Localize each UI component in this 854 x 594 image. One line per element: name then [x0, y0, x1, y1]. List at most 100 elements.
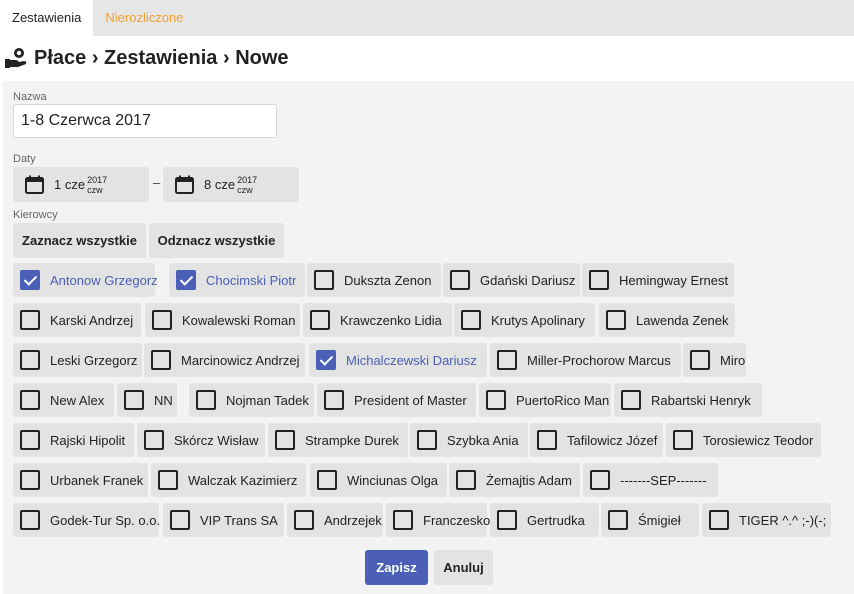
- driver-chip[interactable]: Gertrudka: [490, 503, 599, 537]
- checkbox-unchecked[interactable]: [151, 350, 171, 370]
- driver-chip[interactable]: Rajski Hipolit: [13, 423, 134, 457]
- driver-chip[interactable]: Skórcz Wisław: [137, 423, 265, 457]
- driver-chip[interactable]: Szybka Ania: [410, 423, 528, 457]
- checkbox-unchecked[interactable]: [20, 430, 40, 450]
- checkbox-unchecked[interactable]: [20, 350, 40, 370]
- driver-chip[interactable]: Śmigieł: [601, 503, 699, 537]
- checkbox-unchecked[interactable]: [450, 270, 470, 290]
- checkbox-unchecked[interactable]: [124, 390, 144, 410]
- driver-chip[interactable]: New Alex: [13, 383, 114, 417]
- driver-chip[interactable]: Walczak Kazimierz: [151, 463, 306, 497]
- checkbox-unchecked[interactable]: [310, 310, 330, 330]
- checkbox-unchecked[interactable]: [456, 470, 476, 490]
- driver-chip[interactable]: Żemajtis Adam: [449, 463, 580, 497]
- checkbox-unchecked[interactable]: [393, 510, 413, 530]
- driver-chip[interactable]: Torosiewicz Teodor: [666, 423, 821, 457]
- driver-chip[interactable]: Marcinowicz Andrzej: [144, 343, 305, 377]
- driver-chip[interactable]: Andrzejek: [287, 503, 383, 537]
- driver-chip[interactable]: Urbanek Franek: [13, 463, 148, 497]
- driver-label: Rabartski Henryk: [651, 392, 751, 408]
- driver-chip[interactable]: VIP Trans SA: [163, 503, 284, 537]
- tab-nierozliczone[interactable]: Nierozliczone: [93, 0, 195, 36]
- name-input[interactable]: [13, 104, 277, 138]
- checkbox-unchecked[interactable]: [196, 390, 216, 410]
- date-to-weekday: czw: [237, 184, 253, 195]
- checkbox-unchecked[interactable]: [621, 390, 641, 410]
- checkbox-unchecked[interactable]: [690, 350, 710, 370]
- driver-label: NN: [154, 392, 173, 408]
- driver-chip[interactable]: Hemingway Ernest: [582, 263, 734, 297]
- driver-chip[interactable]: Michalczewski Dariusz: [309, 343, 487, 377]
- driver-label: Strampke Durek: [305, 432, 399, 448]
- driver-chip[interactable]: Rabartski Henryk: [614, 383, 762, 417]
- checkbox-unchecked[interactable]: [144, 430, 164, 450]
- checkbox-unchecked[interactable]: [606, 310, 626, 330]
- driver-chip[interactable]: Tafilowicz Józef: [530, 423, 663, 457]
- date-to-year: 2017: [237, 174, 258, 185]
- driver-chip[interactable]: PuertoRico Man: [479, 383, 611, 417]
- checkbox-unchecked[interactable]: [497, 510, 517, 530]
- checkbox-unchecked[interactable]: [590, 470, 610, 490]
- driver-label: President of Master: [354, 392, 467, 408]
- checkbox-unchecked[interactable]: [152, 310, 172, 330]
- driver-chip[interactable]: Gdański Dariusz: [443, 263, 580, 297]
- checkbox-unchecked[interactable]: [317, 470, 337, 490]
- driver-chip[interactable]: Miro: [683, 343, 746, 377]
- checkbox-unchecked[interactable]: [170, 510, 190, 530]
- checkbox-unchecked[interactable]: [673, 430, 693, 450]
- driver-chip[interactable]: Leski Grzegorz: [13, 343, 142, 377]
- checkbox-checked[interactable]: [20, 270, 40, 290]
- checkbox-unchecked[interactable]: [461, 310, 481, 330]
- checkbox-unchecked[interactable]: [20, 470, 40, 490]
- checkbox-unchecked[interactable]: [497, 350, 517, 370]
- date-from-picker[interactable]: 1 cze 2017 czw: [13, 167, 149, 202]
- checkbox-unchecked[interactable]: [158, 470, 178, 490]
- driver-chip[interactable]: -------SEP-------: [583, 463, 718, 497]
- checkbox-unchecked[interactable]: [324, 390, 344, 410]
- save-button[interactable]: Zapisz: [365, 550, 428, 585]
- tab-zestawienia[interactable]: Zestawienia: [0, 0, 94, 36]
- checkbox-unchecked[interactable]: [417, 430, 437, 450]
- driver-chip[interactable]: Krawczenko Lidia: [303, 303, 452, 337]
- checkbox-unchecked[interactable]: [20, 390, 40, 410]
- driver-label: Lawenda Zenek: [636, 312, 729, 328]
- driver-chip[interactable]: Miller-Prochorow Marcus: [490, 343, 681, 377]
- checkbox-unchecked[interactable]: [486, 390, 506, 410]
- checkbox-unchecked[interactable]: [20, 510, 40, 530]
- driver-chip[interactable]: Nojman Tadek: [189, 383, 314, 417]
- driver-label: Winciunas Olga: [347, 472, 439, 488]
- driver-chip[interactable]: Karski Andrzej: [13, 303, 141, 337]
- driver-label: Krawczenko Lidia: [340, 312, 442, 328]
- checkbox-unchecked[interactable]: [589, 270, 609, 290]
- checkbox-checked[interactable]: [176, 270, 196, 290]
- checkbox-unchecked[interactable]: [537, 430, 557, 450]
- driver-chip[interactable]: Lawenda Zenek: [599, 303, 735, 337]
- driver-label: VIP Trans SA: [200, 512, 278, 528]
- driver-chip[interactable]: Krutys Apolinary: [454, 303, 595, 337]
- checkbox-unchecked[interactable]: [608, 510, 628, 530]
- driver-label: Godek-Tur Sp. o.o.: [50, 512, 161, 528]
- driver-chip[interactable]: Godek-Tur Sp. o.o.: [13, 503, 161, 537]
- driver-chip[interactable]: Strampke Durek: [268, 423, 408, 457]
- date-from-meta: 2017 czw: [87, 175, 107, 195]
- driver-chip[interactable]: President of Master: [317, 383, 476, 417]
- driver-chip[interactable]: Franczesko: [386, 503, 490, 537]
- date-to-picker[interactable]: 8 cze 2017 czw: [163, 167, 299, 202]
- cancel-button[interactable]: Anuluj: [434, 550, 493, 585]
- driver-chip[interactable]: Winciunas Olga: [310, 463, 447, 497]
- driver-chip[interactable]: Antonow Grzegorz: [13, 263, 158, 297]
- checkbox-unchecked[interactable]: [294, 510, 314, 530]
- driver-chip[interactable]: Dukszta Zenon: [307, 263, 441, 297]
- driver-chip[interactable]: Chocimski Piotr: [169, 263, 305, 297]
- checkbox-unchecked[interactable]: [275, 430, 295, 450]
- driver-label: Marcinowicz Andrzej: [181, 352, 300, 368]
- checkbox-unchecked[interactable]: [709, 510, 729, 530]
- driver-chip[interactable]: NN: [117, 383, 177, 417]
- checkbox-unchecked[interactable]: [20, 310, 40, 330]
- deselect-all-button[interactable]: Odznacz wszystkie: [149, 223, 284, 258]
- select-all-button[interactable]: Zaznacz wszystkie: [13, 223, 146, 258]
- driver-chip[interactable]: Kowalewski Roman: [145, 303, 300, 337]
- checkbox-checked[interactable]: [316, 350, 336, 370]
- driver-chip[interactable]: TIGER ^.^ ;-)(-;: [702, 503, 831, 537]
- checkbox-unchecked[interactable]: [314, 270, 334, 290]
